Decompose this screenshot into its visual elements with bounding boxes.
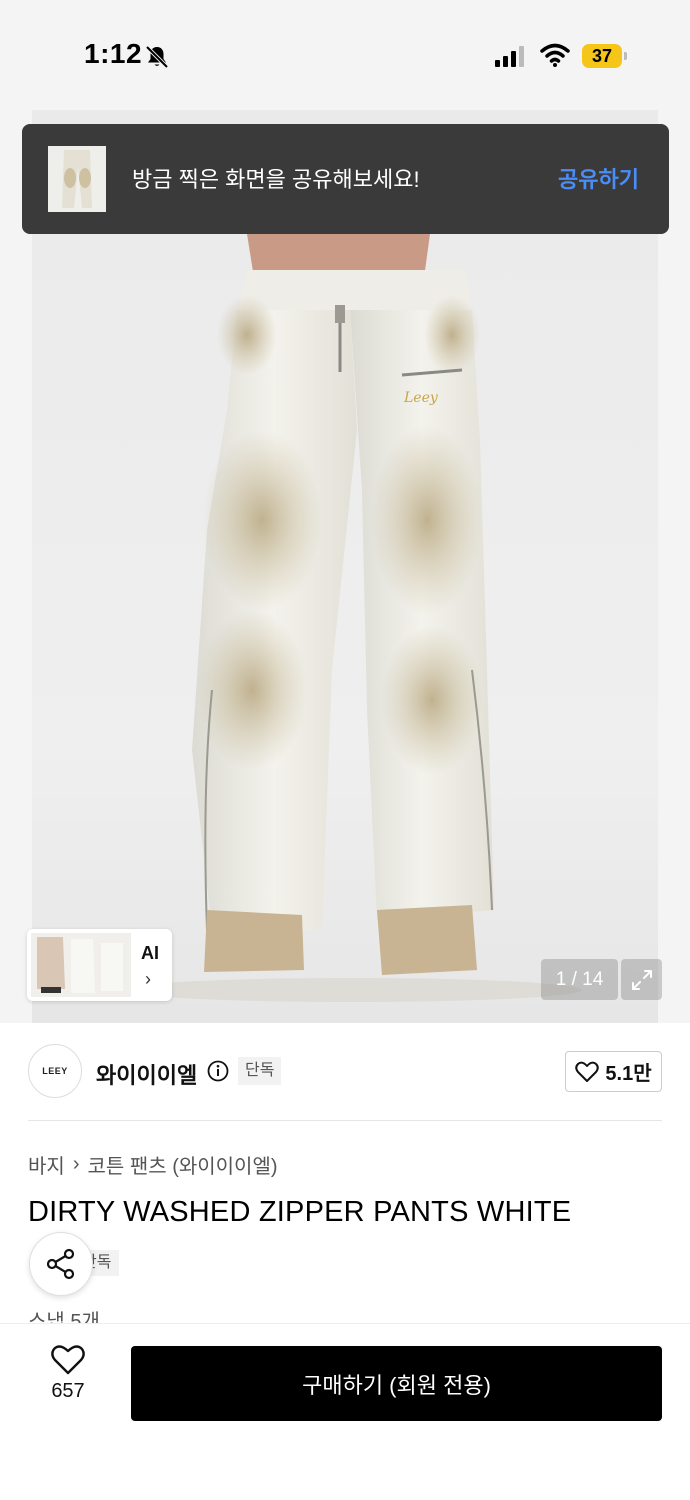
status-time: 1:12	[84, 38, 143, 69]
wishlist-count: 657	[51, 1380, 85, 1402]
heart-icon	[51, 1345, 85, 1375]
heart-icon	[575, 1061, 600, 1082]
battery-icon: 37	[582, 44, 628, 68]
ai-thumbnail-button[interactable]: AI ›	[27, 929, 172, 1001]
status-bar: 1:12 37	[0, 0, 690, 110]
brand-name[interactable]: 와이이이엘	[96, 1058, 197, 1090]
product-title: DIRTY WASHED ZIPPER PANTS WHITE	[28, 1196, 572, 1228]
chevron-right-icon: ›	[145, 969, 151, 989]
breadcrumb-subcategory[interactable]: 코튼 팬츠 (와이이이엘)	[87, 1150, 277, 1179]
signal-icon	[495, 46, 524, 67]
breadcrumb: 바지 › 코튼 팬츠 (와이이이엘)	[28, 1150, 278, 1179]
breadcrumb-separator-icon: ›	[72, 1153, 80, 1175]
share-icon	[46, 1248, 75, 1280]
bottom-action-bar: 657 구매하기 (회원 전용)	[0, 1323, 690, 1500]
expand-icon	[631, 969, 652, 990]
product-photo[interactable]: Leey	[32, 110, 658, 1023]
expand-button[interactable]	[621, 959, 662, 1000]
wifi-icon	[540, 43, 570, 67]
product-photo-illustration: Leey	[122, 234, 582, 1002]
brand-row: LEEY 와이이이엘 단독 5.1만	[0, 1023, 690, 1120]
svg-text:Leey: Leey	[403, 390, 439, 406]
share-toast: 방금 찍은 화면을 공유해보세요! 공유하기	[22, 124, 669, 234]
info-icon[interactable]	[207, 1060, 229, 1082]
screenshot-thumbnail[interactable]	[48, 146, 106, 212]
wishlist-button[interactable]: 657	[28, 1344, 108, 1424]
share-button[interactable]	[29, 1232, 93, 1296]
brand-logo[interactable]: LEEY	[28, 1044, 82, 1098]
thumbnail-strip	[31, 933, 131, 997]
buy-button[interactable]: 구매하기 (회원 전용)	[131, 1346, 662, 1421]
breadcrumb-category[interactable]: 바지	[28, 1150, 65, 1179]
brand-like-button[interactable]: 5.1만	[565, 1051, 662, 1092]
toast-message: 방금 찍은 화면을 공유해보세요!	[132, 167, 420, 192]
bell-slash-icon	[145, 45, 169, 69]
brand-like-count: 5.1만	[605, 1063, 652, 1085]
battery-level: 37	[582, 44, 622, 68]
divider	[28, 1120, 662, 1121]
ai-label: AI	[141, 943, 159, 963]
toast-share-button[interactable]: 공유하기	[558, 162, 639, 194]
page-counter: 1 / 14	[541, 959, 618, 1000]
exclusive-badge: 단독	[238, 1057, 282, 1085]
product-image-gallery[interactable]: Leey	[0, 110, 690, 1023]
